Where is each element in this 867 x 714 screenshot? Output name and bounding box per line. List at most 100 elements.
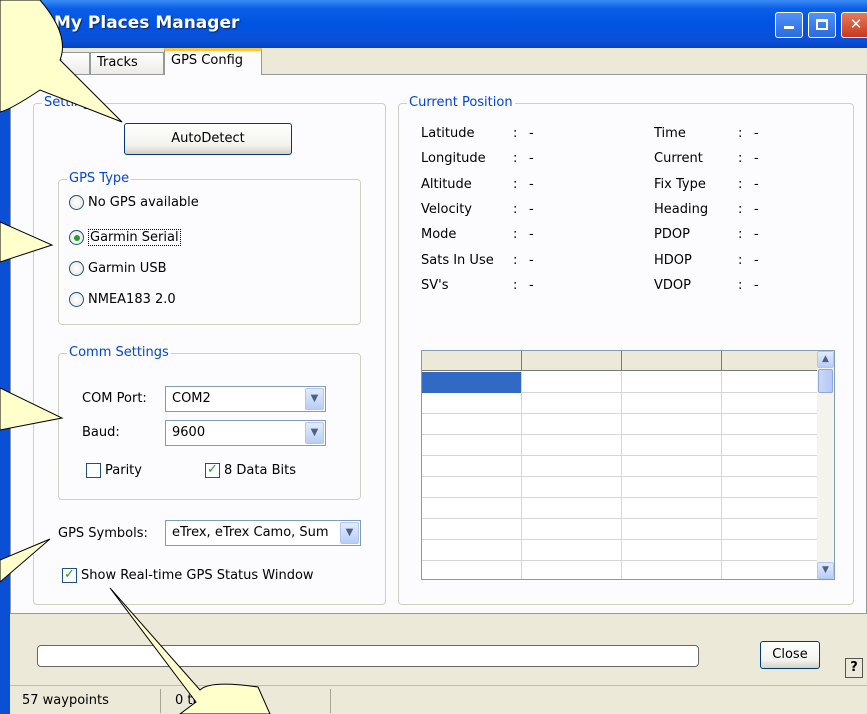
tab-places[interactable]: Places [14,52,90,74]
grid-row[interactable] [422,519,818,540]
grid-cell[interactable] [422,435,522,456]
grid-cell[interactable] [622,477,722,498]
position-field-value: - [529,252,534,268]
grid-cell[interactable] [622,414,722,435]
grid-cell[interactable] [722,435,818,456]
checkmark-icon[interactable]: ✓ [205,463,220,478]
grid-cell[interactable] [522,540,622,561]
gps-symbols-select[interactable]: eTrex, eTrex Camo, Sum ▼ [165,520,361,546]
chevron-down-icon[interactable]: ▼ [305,388,324,410]
maximize-button[interactable] [808,12,836,38]
grid-cell[interactable] [722,456,818,477]
grid-scrollbar[interactable]: ▲ ▼ [817,351,834,579]
position-field-value: - [754,227,759,243]
checkbox-box[interactable] [86,463,101,478]
radio-button[interactable] [69,261,84,276]
grid-cell[interactable] [522,561,622,579]
position-field-label: PDOP [654,227,690,243]
scroll-up-icon[interactable]: ▲ [817,351,834,368]
radio-no-gps[interactable]: No GPS available [69,195,199,210]
radio-button[interactable] [69,195,84,210]
title-bar[interactable]: My Places Manager ✕ [0,0,867,48]
grid-cell[interactable] [722,414,818,435]
show-status-window-checkbox[interactable]: ✓ Show Real-time GPS Status Window [62,568,314,583]
position-field-value: - [529,201,534,217]
chevron-down-icon[interactable]: ▼ [340,522,359,544]
grid-cell[interactable] [422,477,522,498]
grid-row[interactable] [422,393,818,414]
scroll-thumb[interactable] [818,369,833,393]
grid-cell[interactable] [722,477,818,498]
grid-row[interactable] [422,414,818,435]
grid-cell[interactable] [622,519,722,540]
grid-row[interactable] [422,372,818,393]
tab-gps-config[interactable]: GPS Config [164,48,262,75]
grid-cell[interactable] [722,372,818,393]
grid-cell[interactable] [522,519,622,540]
grid-cell[interactable] [722,540,818,561]
checkmark-icon[interactable]: ✓ [62,568,77,583]
grid-cell[interactable] [522,477,622,498]
grid-cell[interactable] [522,393,622,414]
grid-cell[interactable] [622,561,722,579]
close-window-button[interactable]: ✕ [841,12,867,38]
radio-button[interactable] [69,292,84,307]
radio-garmin-usb[interactable]: Garmin USB [69,261,167,276]
grid-cell[interactable] [522,435,622,456]
satellite-grid[interactable]: ▲ ▼ [421,350,835,580]
grid-column-header[interactable] [522,351,622,371]
grid-row[interactable] [422,540,818,561]
grid-cell[interactable] [722,498,818,519]
data-bits-checkbox[interactable]: ✓ 8 Data Bits [205,463,296,478]
parity-checkbox[interactable]: Parity [86,463,142,478]
grid-column-header[interactable] [722,351,818,371]
grid-cell[interactable] [622,372,722,393]
radio-button-selected[interactable] [69,230,84,245]
grid-cell[interactable] [622,498,722,519]
grid-row[interactable] [422,456,818,477]
grid-row[interactable] [422,477,818,498]
radio-garmin-serial[interactable]: Garmin Serial [69,229,181,246]
grid-cell[interactable] [722,561,818,579]
grid-cell[interactable] [622,393,722,414]
position-field-separator: : [513,227,518,243]
help-button[interactable]: ? [845,658,863,678]
autodetect-button[interactable]: AutoDetect [124,123,292,155]
position-field-label: Mode [421,227,457,243]
grid-cell[interactable] [422,393,522,414]
grid-cell[interactable] [522,414,622,435]
grid-cell[interactable] [422,414,522,435]
grid-cell[interactable] [422,519,522,540]
grid-cell[interactable] [622,456,722,477]
grid-cell[interactable] [522,456,622,477]
grid-cell[interactable] [522,372,622,393]
scroll-down-icon[interactable]: ▼ [817,562,834,579]
grid-cell[interactable] [622,540,722,561]
minimize-button[interactable] [775,12,803,38]
window-frame-left [0,0,10,714]
grid-cell[interactable] [422,498,522,519]
grid-cell[interactable] [622,435,722,456]
grid-cell[interactable] [422,456,522,477]
chevron-down-icon[interactable]: ▼ [305,422,324,444]
radio-nmea183[interactable]: NMEA183 2.0 [69,292,176,307]
grid-column-header[interactable] [422,351,522,371]
baud-select[interactable]: 9600 ▼ [165,420,326,446]
position-field-value: - [529,126,534,141]
grid-row[interactable] [422,561,818,579]
grid-row[interactable] [422,498,818,519]
settings-legend: Settings [42,95,100,110]
com-port-select[interactable]: COM2 ▼ [165,386,326,412]
gps-type-legend: GPS Type [67,171,132,186]
grid-row[interactable] [422,435,818,456]
grid-cell[interactable] [422,540,522,561]
grid-cell[interactable] [422,561,522,579]
grid-cell[interactable] [722,393,818,414]
grid-cell[interactable] [722,519,818,540]
grid-cell[interactable] [422,372,522,393]
position-field-value: - [529,151,534,167]
grid-column-header[interactable] [622,351,722,371]
grid-cell[interactable] [522,498,622,519]
close-button[interactable]: Close [760,641,820,669]
tab-tracks[interactable]: Tracks [90,52,164,74]
